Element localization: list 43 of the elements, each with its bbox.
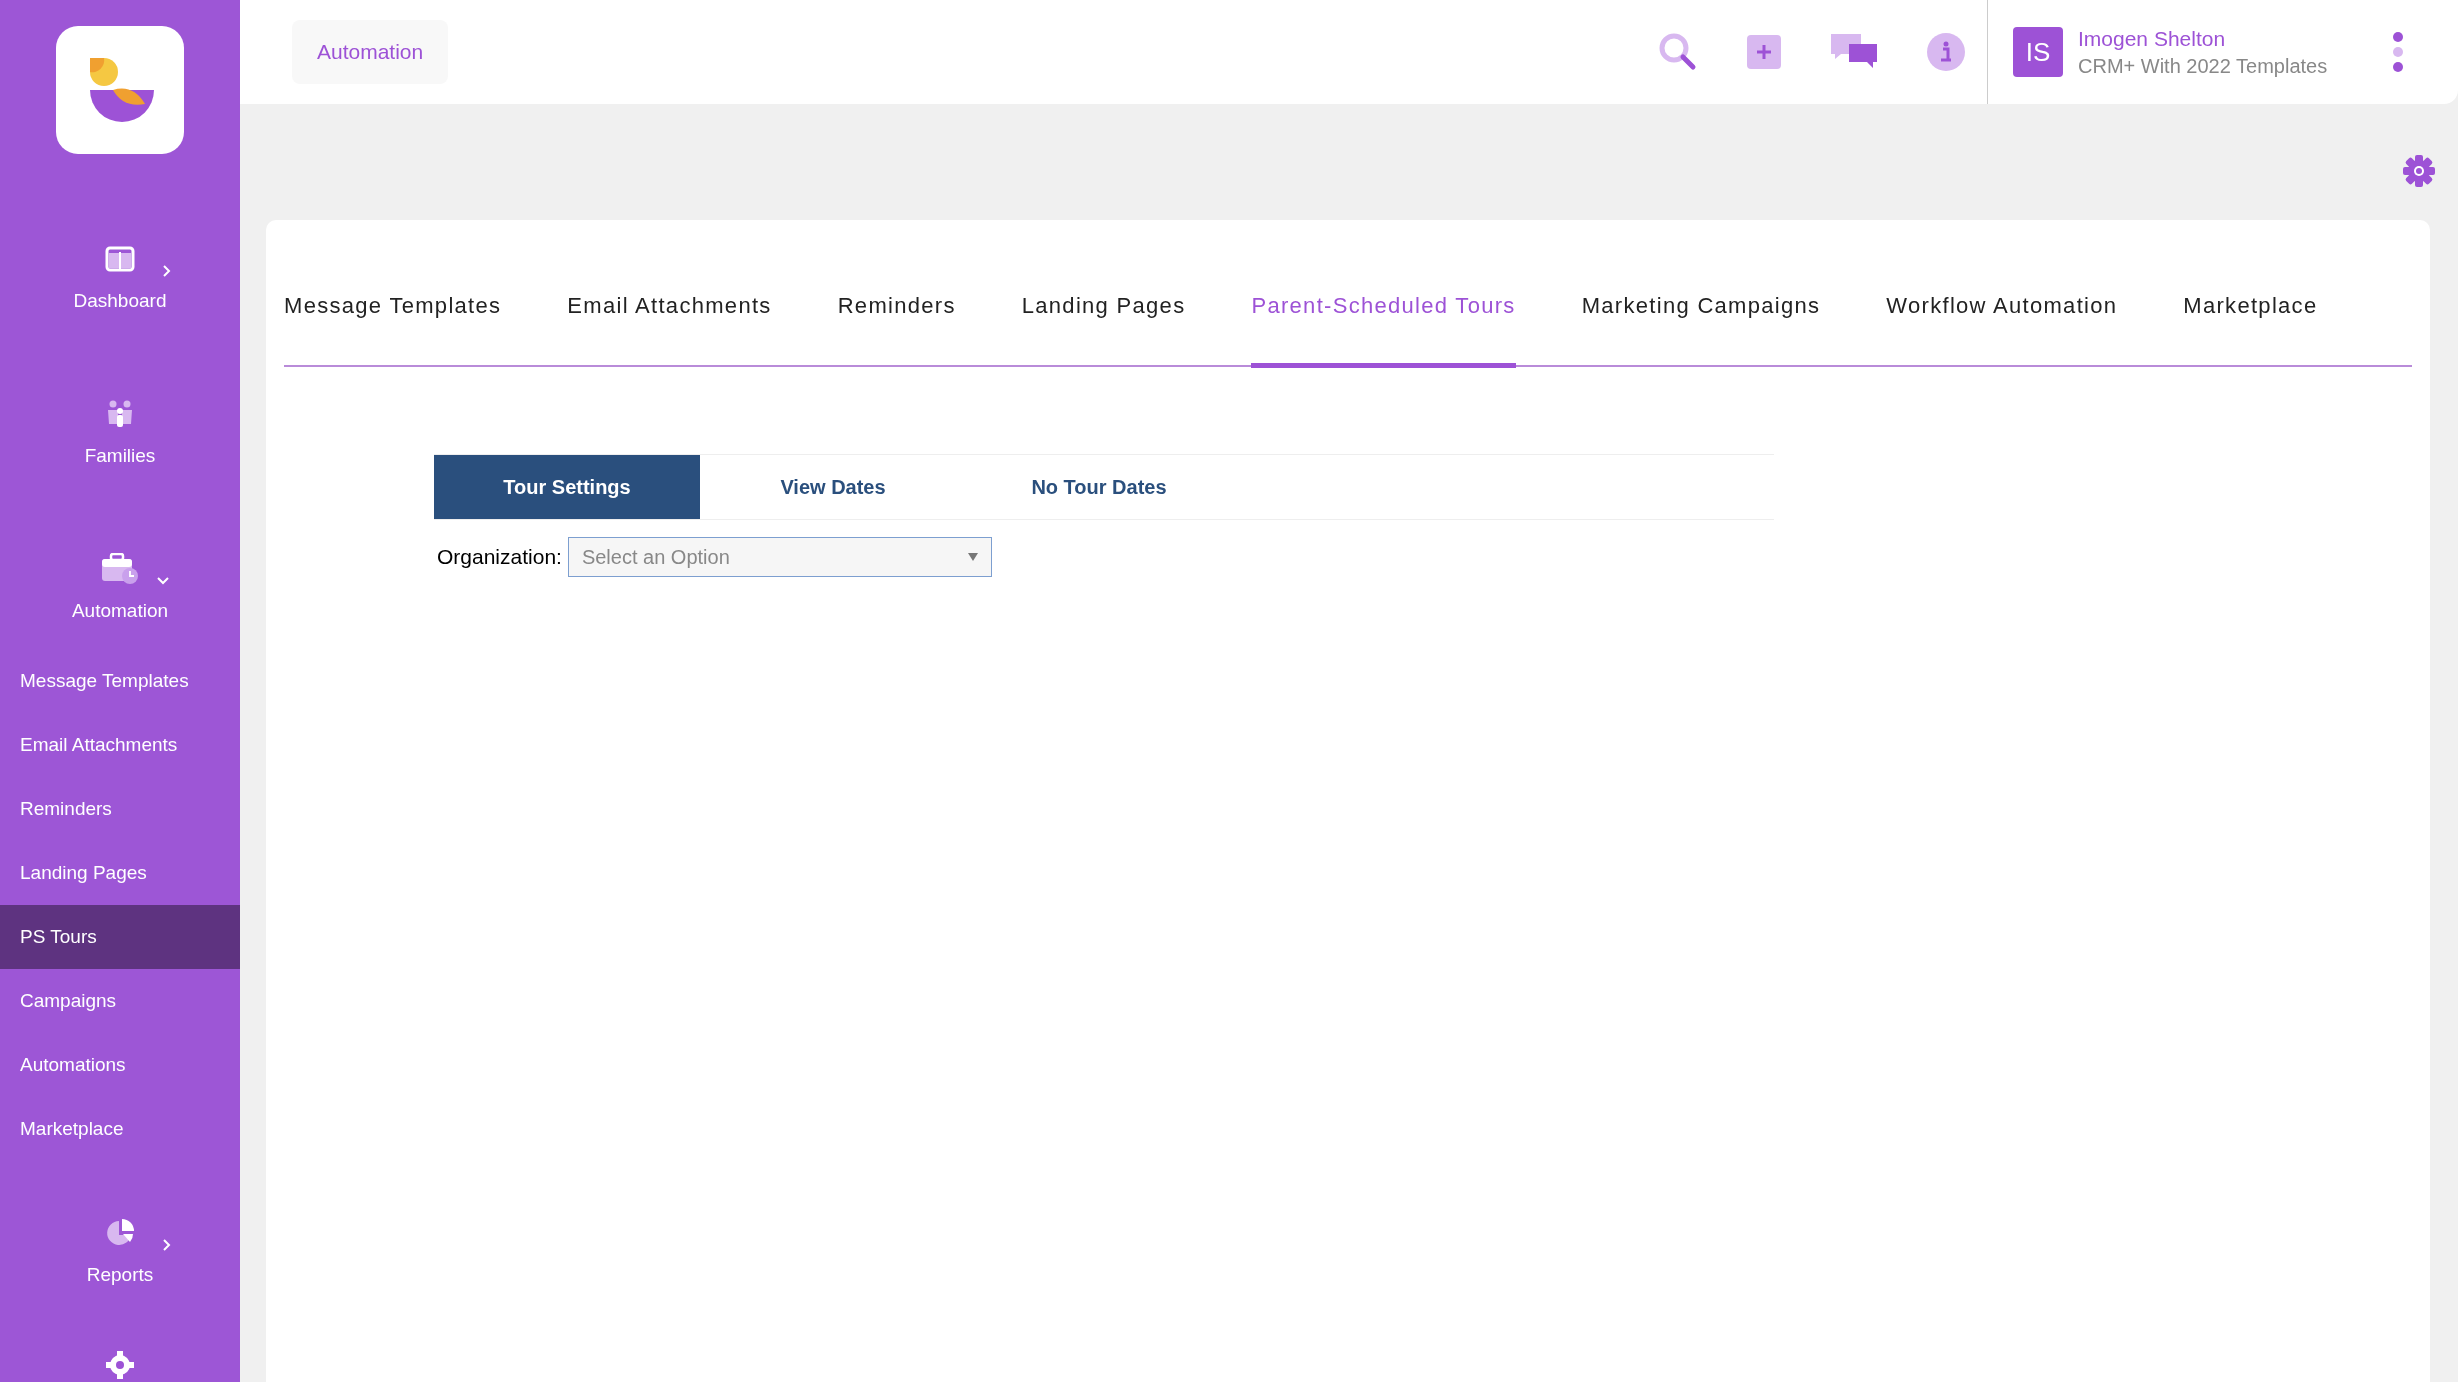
sidebar-item[interactable]: Landing Pages (0, 841, 240, 905)
sidebar-item[interactable]: Automations (0, 1033, 240, 1097)
pie-chart-icon (105, 1218, 135, 1248)
subtab[interactable]: No Tour Dates (966, 455, 1232, 519)
tab[interactable]: Message Templates (284, 275, 502, 363)
family-icon (105, 399, 135, 429)
info-icon[interactable] (1927, 33, 1965, 71)
more-icon[interactable] (2392, 32, 2404, 72)
organization-select[interactable]: Select an Option (567, 537, 992, 577)
gear-icon[interactable] (105, 1350, 135, 1380)
sidebar-nav-item[interactable]: Families (54, 397, 186, 467)
tab[interactable]: Reminders (837, 275, 956, 363)
user-name: Imogen Shelton (2078, 26, 2227, 51)
sidebar-nav-item[interactable]: Reports (56, 1216, 184, 1286)
nav-label: Dashboard (73, 290, 167, 312)
nav-label: Families (84, 445, 156, 467)
tab[interactable]: Parent-Scheduled Tours (1251, 275, 1516, 368)
sidebar-item[interactable]: Message Templates (0, 649, 240, 713)
layout-icon (105, 246, 135, 272)
sidebar-item[interactable]: PS Tours (0, 905, 240, 969)
nav-label: Reports (86, 1264, 154, 1286)
sidebar-item[interactable]: Campaigns (0, 969, 240, 1033)
nav-label: Automation (71, 600, 169, 622)
caret-icon (967, 553, 978, 561)
sidebar-item[interactable]: Marketplace (0, 1097, 240, 1161)
sidebar-nav-item[interactable]: Dashboard (43, 242, 197, 312)
briefcase-clock-icon (101, 553, 139, 585)
subtab[interactable]: Tour Settings (434, 455, 700, 519)
app-logo[interactable] (56, 26, 184, 154)
sidebar-nav-item[interactable]: Automation (41, 552, 199, 622)
avatar[interactable]: IS (2013, 27, 2063, 77)
user-plan: CRM+ With 2022 Templates (2078, 54, 2329, 78)
tab[interactable]: Marketing Campaigns (1581, 275, 1821, 363)
tab[interactable]: Workflow Automation (1886, 275, 2118, 363)
tab[interactable]: Landing Pages (1021, 275, 1186, 363)
sidebar-item[interactable]: Reminders (0, 777, 240, 841)
add-icon[interactable] (1747, 35, 1781, 69)
field-label: Organization: (437, 545, 562, 569)
sidebar-item[interactable]: Email Attachments (0, 713, 240, 777)
tab[interactable]: Marketplace (2183, 275, 2318, 363)
tab[interactable]: Email Attachments (567, 275, 772, 363)
breadcrumb[interactable]: Automation (292, 20, 449, 84)
subtab[interactable]: View Dates (700, 455, 966, 519)
